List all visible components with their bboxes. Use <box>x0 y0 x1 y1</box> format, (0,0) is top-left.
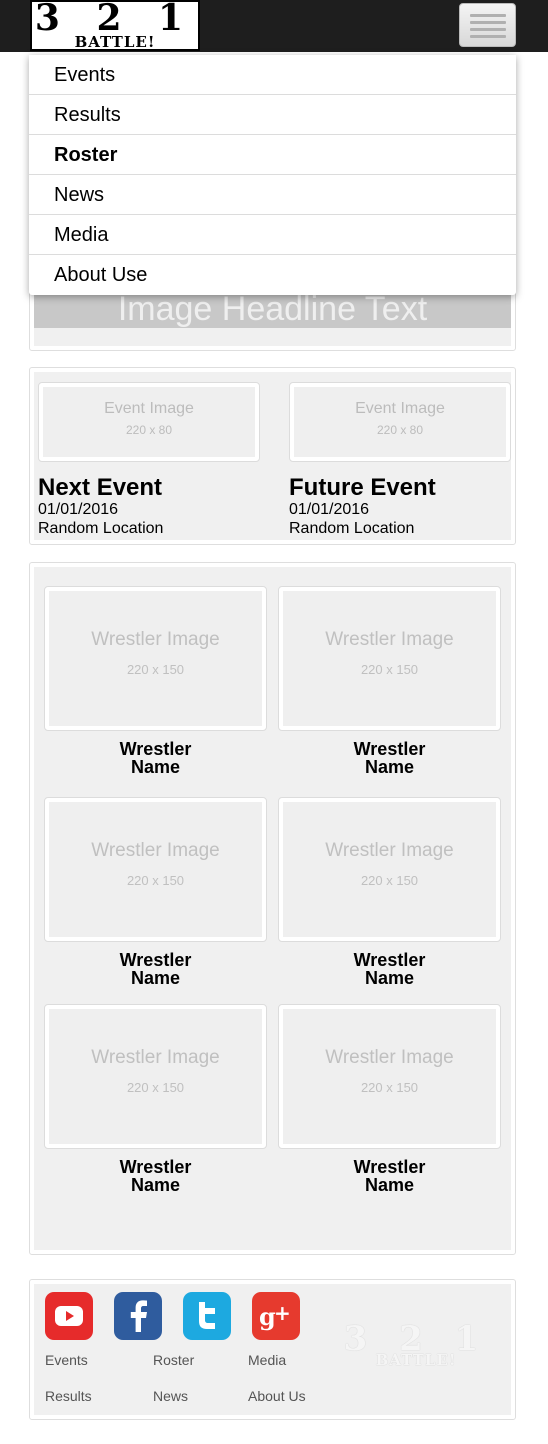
events-panel: Event Image 220 x 80 Next Event 01/01/20… <box>29 367 516 545</box>
event-image-placeholder: Event Image 220 x 80 <box>43 387 255 457</box>
menu-item-events[interactable]: Events <box>29 55 516 95</box>
footer-watermark-logo: 3 2 1 BATTLE! <box>332 1322 500 1372</box>
footer-inner: g + Events Roster Media Results News Abo… <box>34 1284 511 1415</box>
wrestler-image-placeholder: Wrestler Image 220 x 150 <box>283 1009 496 1144</box>
wrestler-image[interactable]: Wrestler Image 220 x 150 <box>44 586 267 731</box>
wrestler-name[interactable]: Wrestler Name <box>44 740 267 776</box>
facebook-icon[interactable] <box>114 1292 162 1340</box>
google-plus-glyph: g + <box>259 1301 291 1331</box>
wrestler-image-size: 220 x 150 <box>360 662 419 677</box>
menu-item-media[interactable]: Media <box>29 215 516 255</box>
wrestler-card[interactable]: Wrestler Image 220 x 150 Wrestler Name <box>44 797 267 987</box>
wrestler-image-size: 220 x 150 <box>360 873 419 888</box>
wrestler-card[interactable]: Wrestler Image 220 x 150 Wrestler Name <box>278 797 501 987</box>
menu-toggle-button[interactable] <box>459 3 516 47</box>
wrestler-image[interactable]: Wrestler Image 220 x 150 <box>278 797 501 942</box>
roster-grid: Wrestler Image 220 x 150 Wrestler Name W… <box>34 567 511 1250</box>
event-image-size: 220 x 80 <box>376 423 424 437</box>
menu-item-about[interactable]: About Use <box>29 255 516 295</box>
footer-link-news[interactable]: News <box>153 1388 188 1404</box>
wrestler-image-label: Wrestler Image <box>325 1047 454 1068</box>
watermark-word: BATTLE! <box>375 1351 457 1369</box>
menu-item-roster[interactable]: Roster <box>29 135 516 175</box>
hamburger-icon-line <box>470 21 506 24</box>
wrestler-image[interactable]: Wrestler Image 220 x 150 <box>278 1004 501 1149</box>
youtube-icon[interactable] <box>45 1292 93 1340</box>
wrestler-image-label: Wrestler Image <box>91 840 220 861</box>
logo-word: BATTLE! <box>74 33 156 51</box>
wrestler-card[interactable]: Wrestler Image 220 x 150 Wrestler Name <box>44 586 267 776</box>
hamburger-icon <box>470 14 506 17</box>
hamburger-icon-line <box>470 35 506 38</box>
footer-link-media[interactable]: Media <box>248 1352 286 1368</box>
wrestler-image-placeholder: Wrestler Image 220 x 150 <box>49 1009 262 1144</box>
event-card[interactable]: Event Image 220 x 80 Next Event 01/01/20… <box>38 382 262 538</box>
svg-text:+: + <box>274 1301 291 1325</box>
nav-dropdown-menu: Events Results Roster News Media About U… <box>29 55 516 295</box>
menu-item-results[interactable]: Results <box>29 95 516 135</box>
wrestler-image-placeholder: Wrestler Image 220 x 150 <box>283 591 496 726</box>
wrestler-image-size: 220 x 150 <box>126 873 185 888</box>
wrestler-card[interactable]: Wrestler Image 220 x 150 Wrestler Name <box>278 586 501 776</box>
wrestler-image-placeholder: Wrestler Image 220 x 150 <box>49 802 262 937</box>
hamburger-icon-line <box>470 28 506 31</box>
event-card[interactable]: Event Image 220 x 80 Future Event 01/01/… <box>289 382 513 538</box>
event-image-label: Event Image <box>355 400 445 417</box>
wrestler-image-placeholder: Wrestler Image 220 x 150 <box>49 591 262 726</box>
event-location: Random Location <box>289 520 415 537</box>
wrestler-name[interactable]: Wrestler Name <box>278 1158 501 1194</box>
wrestler-name[interactable]: Wrestler Name <box>278 951 501 987</box>
wrestler-card[interactable]: Wrestler Image 220 x 150 Wrestler Name <box>278 1004 501 1194</box>
wrestler-image-size: 220 x 150 <box>360 1080 419 1095</box>
wrestler-image[interactable]: Wrestler Image 220 x 150 <box>44 1004 267 1149</box>
event-title[interactable]: Future Event <box>289 476 513 500</box>
roster-panel: Wrestler Image 220 x 150 Wrestler Name W… <box>29 562 516 1255</box>
wrestler-name[interactable]: Wrestler Name <box>44 951 267 987</box>
footer-link-roster[interactable]: Roster <box>153 1352 194 1368</box>
wrestler-image-label: Wrestler Image <box>325 629 454 650</box>
wrestler-image-label: Wrestler Image <box>325 840 454 861</box>
facebook-glyph <box>130 1300 147 1332</box>
youtube-glyph <box>55 1306 83 1326</box>
twitter-glyph <box>199 1302 215 1329</box>
event-date: 01/01/2016 <box>289 501 370 518</box>
footer-link-results[interactable]: Results <box>45 1388 92 1404</box>
wrestler-image-placeholder: Wrestler Image 220 x 150 <box>283 802 496 937</box>
wrestler-name[interactable]: Wrestler Name <box>278 740 501 776</box>
events-inner: Event Image 220 x 80 Next Event 01/01/20… <box>34 372 511 540</box>
wrestler-card[interactable]: Wrestler Image 220 x 150 Wrestler Name <box>44 1004 267 1194</box>
event-image-size: 220 x 80 <box>125 423 173 437</box>
event-image[interactable]: Event Image 220 x 80 <box>289 382 511 462</box>
event-date: 01/01/2016 <box>38 501 119 518</box>
wrestler-name[interactable]: Wrestler Name <box>44 1158 267 1194</box>
top-bar: 3 2 1 BATTLE! <box>0 0 548 52</box>
wrestler-image[interactable]: Wrestler Image 220 x 150 <box>44 797 267 942</box>
menu-item-news[interactable]: News <box>29 175 516 215</box>
twitter-icon[interactable] <box>183 1292 231 1340</box>
event-image-label: Event Image <box>104 400 194 417</box>
wrestler-image-size: 220 x 150 <box>126 1080 185 1095</box>
footer-panel: g + Events Roster Media Results News Abo… <box>29 1279 516 1420</box>
headline-text: Image Headline Text <box>117 290 428 328</box>
wrestler-image-label: Wrestler Image <box>91 629 220 650</box>
site-logo[interactable]: 3 2 1 BATTLE! <box>30 0 200 51</box>
wrestler-image-size: 220 x 150 <box>126 662 185 677</box>
wrestler-image[interactable]: Wrestler Image 220 x 150 <box>278 586 501 731</box>
event-image-placeholder: Event Image 220 x 80 <box>294 387 506 457</box>
event-image[interactable]: Event Image 220 x 80 <box>38 382 260 462</box>
event-title[interactable]: Next Event <box>38 476 262 500</box>
event-location: Random Location <box>38 520 164 537</box>
footer-link-about[interactable]: About Us <box>248 1388 306 1404</box>
wrestler-image-label: Wrestler Image <box>91 1047 220 1068</box>
google-plus-icon[interactable]: g + <box>252 1292 300 1340</box>
footer-link-events[interactable]: Events <box>45 1352 88 1368</box>
